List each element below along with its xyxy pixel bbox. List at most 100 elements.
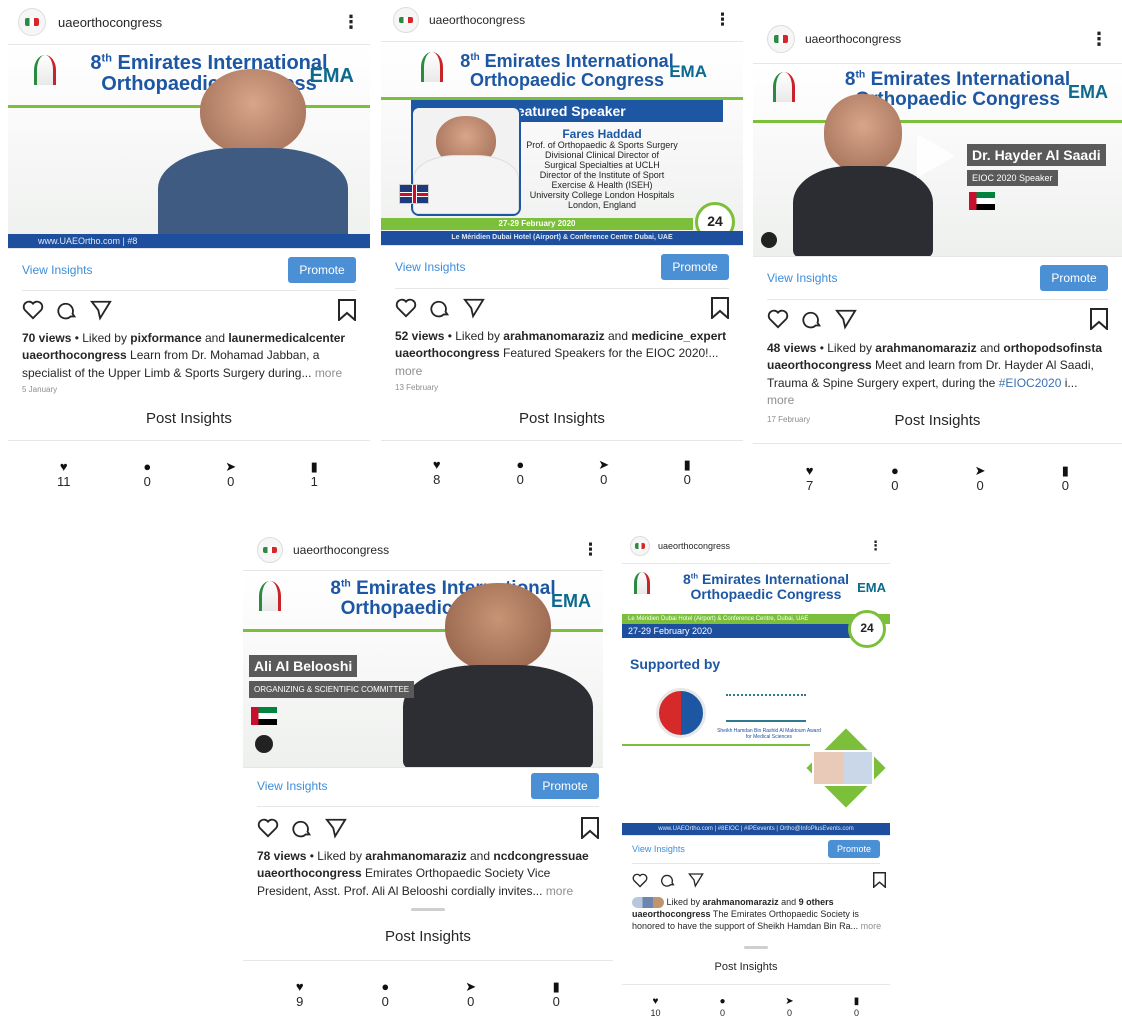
avatar[interactable] <box>393 7 419 33</box>
promote-button[interactable]: Promote <box>1040 265 1108 291</box>
account-name[interactable]: uaeorthocongress <box>429 13 525 27</box>
caption-username[interactable]: uaeorthocongress <box>395 346 500 360</box>
account-name[interactable]: uaeorthocongress <box>58 15 162 30</box>
liker-link[interactable]: medicine_expert <box>631 329 726 343</box>
view-insights-link[interactable]: View Insights <box>257 779 327 793</box>
venue-bar: Le Méridien Dubai Hotel (Airport) & Conf… <box>381 231 743 245</box>
more-options-icon[interactable]: ⋮ <box>714 10 731 30</box>
more-options-icon[interactable]: ⋮ <box>1090 29 1108 50</box>
view-count[interactable]: 52 views <box>395 329 444 343</box>
liker-link[interactable]: ncdcongressuae <box>493 849 588 863</box>
liker-link[interactable]: arahmanomaraziz <box>875 341 976 355</box>
user-tag-icon[interactable] <box>255 735 273 753</box>
account-name[interactable]: uaeorthocongress <box>658 541 730 551</box>
view-count[interactable]: 48 views <box>767 341 816 355</box>
heart-icon[interactable] <box>22 300 44 320</box>
share-icon: ➤ <box>598 457 610 472</box>
liker-link[interactable]: 9 others <box>799 897 834 907</box>
caption-username[interactable]: uaeorthocongress <box>632 909 711 919</box>
comment-icon[interactable] <box>56 299 78 321</box>
speaker-role-tag: ORGANIZING & SCIENTIFIC COMMITTEE <box>249 681 415 698</box>
bookmark-icon[interactable] <box>338 299 356 321</box>
view-count[interactable]: 78 views <box>257 849 306 863</box>
insights-bar: View Insights Promote <box>622 839 890 859</box>
more-link[interactable]: more <box>395 364 422 378</box>
avatar[interactable] <box>18 8 46 36</box>
post-header: uaeorthocongress ⋮ <box>753 15 1122 63</box>
more-options-icon[interactable]: ⋮ <box>582 540 599 560</box>
account-name[interactable]: uaeorthocongress <box>805 32 901 46</box>
liker-link[interactable]: launermedicalcenter <box>228 331 345 345</box>
view-insights-link[interactable]: View Insights <box>395 260 465 274</box>
view-insights-link[interactable]: View Insights <box>22 263 92 277</box>
liker-link[interactable]: arahmanomaraziz <box>703 897 779 907</box>
liker-link[interactable]: arahmanomaraziz <box>365 849 466 863</box>
insights-stats: ♥ 7 ● 0 ➤ 0 ▮ 0 <box>767 464 1108 495</box>
bookmark-icon[interactable] <box>581 817 599 839</box>
post-image[interactable]: 8th Emirates International Orthopaedic Co… <box>8 44 370 249</box>
avatar[interactable] <box>257 537 283 563</box>
more-options-icon[interactable]: ⋮ <box>342 12 360 33</box>
comment-icon[interactable] <box>291 817 313 839</box>
liker-link[interactable]: orthopodsofinsta <box>1003 341 1102 355</box>
promote-button[interactable]: Promote <box>531 773 599 799</box>
liker-link[interactable]: pixformance <box>130 331 201 345</box>
shares-stat: ➤ 0 <box>974 463 986 493</box>
speaker-role-tag: EIOC 2020 Speaker <box>967 170 1058 186</box>
uae-flag <box>251 707 277 725</box>
liker-link[interactable]: arahmanomaraziz <box>503 329 604 343</box>
play-icon[interactable] <box>917 134 955 178</box>
post-video[interactable]: 8th Emirates International Orthopaedic Co… <box>753 63 1122 257</box>
more-link[interactable]: more <box>861 921 882 931</box>
speaker-name-tag: Ali Al Belooshi <box>249 655 358 677</box>
promote-button[interactable]: Promote <box>288 257 356 283</box>
sheet-drag-handle[interactable] <box>744 946 768 949</box>
heart-icon[interactable] <box>257 818 279 838</box>
bookmark-icon[interactable] <box>1090 308 1108 330</box>
avatar[interactable] <box>767 25 795 53</box>
comment-icon: ● <box>143 459 152 474</box>
speaker-photo <box>793 94 933 256</box>
hashtag-link[interactable]: #EIOC2020 <box>999 376 1062 390</box>
account-name[interactable]: uaeorthocongress <box>293 543 389 557</box>
dates-bar: 27-29 February 2020 <box>622 624 860 638</box>
bookmark-icon[interactable] <box>873 872 886 888</box>
share-icon[interactable] <box>688 872 704 888</box>
liker-avatars[interactable] <box>632 897 664 909</box>
likes-stat: ♥ 9 <box>295 979 304 1009</box>
view-insights-link[interactable]: View Insights <box>767 271 837 285</box>
heart-icon[interactable] <box>395 298 417 318</box>
post-image[interactable]: 8th Emirates International Orthopaedic Co… <box>243 570 603 768</box>
comment-icon[interactable] <box>801 308 823 330</box>
comment-icon[interactable] <box>660 872 676 888</box>
post-image[interactable]: 8th Emirates International Orthopaedic Co… <box>381 41 743 246</box>
promote-button[interactable]: Promote <box>661 254 729 280</box>
more-link[interactable]: more <box>767 393 794 407</box>
action-bar <box>22 298 356 322</box>
share-icon[interactable] <box>463 297 485 319</box>
heart-icon[interactable] <box>767 309 789 329</box>
caption-username[interactable]: uaeorthocongress <box>22 348 127 362</box>
bookmark-icon: ▮ <box>310 459 318 474</box>
insights-stats: ♥ 8 ● 0 ➤ 0 ▮ 0 <box>395 458 729 489</box>
more-options-icon[interactable]: ⋮ <box>869 538 882 554</box>
post-image[interactable]: 8th Emirates International Orthopaedic Co… <box>622 563 890 836</box>
promote-button[interactable]: Promote <box>828 840 880 858</box>
caption-username[interactable]: uaeorthocongress <box>257 866 362 880</box>
more-link[interactable]: more <box>546 884 573 898</box>
share-icon[interactable] <box>835 308 857 330</box>
share-icon[interactable] <box>90 299 112 321</box>
avatar[interactable] <box>630 536 650 556</box>
more-link[interactable]: more <box>315 366 342 380</box>
bookmark-icon[interactable] <box>711 297 729 319</box>
view-insights-link[interactable]: View Insights <box>632 844 685 854</box>
sheet-drag-handle[interactable] <box>411 908 445 911</box>
view-count[interactable]: 70 views <box>22 331 71 345</box>
caption-username[interactable]: uaeorthocongress <box>767 358 872 372</box>
user-tag-icon[interactable] <box>761 232 777 248</box>
divider <box>767 299 1108 300</box>
heart-icon[interactable] <box>632 873 648 888</box>
post-card-1: uaeorthocongress ⋮ 8th Emirates Internat… <box>8 0 370 510</box>
comment-icon[interactable] <box>429 297 451 319</box>
share-icon[interactable] <box>325 817 347 839</box>
